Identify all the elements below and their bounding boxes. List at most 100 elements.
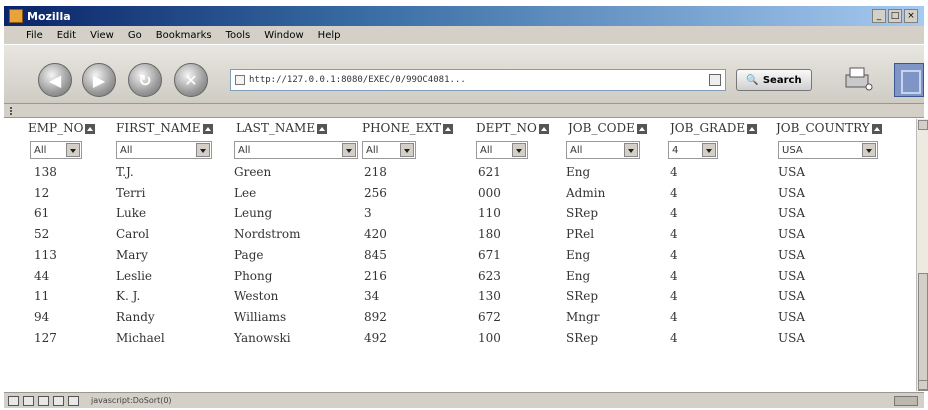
sort-icon[interactable]	[85, 123, 96, 134]
menu-edit[interactable]: Edit	[57, 30, 76, 41]
header-last-name[interactable]: LAST_NAME	[236, 121, 360, 137]
table-cell: Randy	[116, 309, 155, 324]
menu-bar: File Edit View Go Bookmarks Tools Window…	[4, 26, 924, 44]
filter-job-country[interactable]: USA	[778, 141, 878, 159]
search-label: Search	[762, 74, 802, 86]
dropdown-arrow-icon[interactable]	[862, 143, 876, 157]
table-cell: Yanowski	[234, 330, 291, 345]
scroll-thumb[interactable]	[918, 273, 928, 391]
header-label: EMP_NO	[28, 121, 84, 135]
dropdown-arrow-icon[interactable]	[702, 143, 716, 157]
close-button[interactable]: ×	[904, 9, 918, 23]
back-button[interactable]: ◀	[38, 63, 72, 97]
table-cell: 4	[670, 206, 678, 221]
stop-button[interactable]: ✕	[174, 63, 208, 97]
filter-last-name[interactable]: All	[234, 141, 358, 159]
header-emp-no[interactable]: EMP_NO	[28, 121, 114, 137]
table-cell: 12	[34, 185, 50, 200]
header-label: JOB_COUNTRY	[776, 121, 870, 135]
header-job-grade[interactable]: JOB_GRADE	[670, 121, 774, 137]
forward-arrow-icon: ▶	[92, 70, 106, 90]
sort-icon[interactable]	[538, 123, 549, 134]
reload-button[interactable]: ↻	[128, 63, 162, 97]
search-icon: 🔍	[746, 74, 759, 86]
throbber-logo[interactable]	[894, 63, 924, 97]
header-dept-no[interactable]: DEPT_NO	[476, 121, 566, 137]
dropdown-arrow-icon[interactable]	[66, 143, 80, 157]
url-bar[interactable]: http://127.0.0.1:8080/EXEC/0/99OC4081...	[230, 69, 726, 91]
sort-icon[interactable]	[871, 123, 882, 134]
filter-value: USA	[782, 144, 803, 156]
menu-window[interactable]: Window	[264, 30, 303, 41]
toolbar-grip-icon[interactable]	[10, 107, 14, 115]
print-icon[interactable]	[842, 65, 874, 93]
mail-icon[interactable]	[23, 395, 34, 406]
menu-help[interactable]: Help	[318, 30, 341, 41]
filter-job-grade[interactable]: 4	[668, 141, 718, 159]
table-cell: 4	[670, 309, 678, 324]
menu-bookmarks[interactable]: Bookmarks	[156, 30, 212, 41]
menu-view[interactable]: View	[90, 30, 114, 41]
reload-icon: ↻	[138, 70, 152, 90]
composer-icon[interactable]	[38, 395, 49, 406]
header-job-country[interactable]: JOB_COUNTRY	[776, 121, 916, 137]
maximize-button[interactable]: □	[888, 9, 902, 23]
header-phone-ext[interactable]: PHONE_EXT	[362, 121, 474, 137]
table-cell: Luke	[116, 206, 147, 221]
table-cell: Weston	[234, 289, 279, 304]
dropdown-arrow-icon[interactable]	[342, 143, 356, 157]
filter-value: All	[570, 144, 583, 156]
dropdown-arrow-icon[interactable]	[512, 143, 526, 157]
table-cell: USA	[778, 289, 805, 304]
sort-icon[interactable]	[317, 123, 328, 134]
filter-first-name[interactable]: All	[116, 141, 212, 159]
data-grid: EMP_NO FIRST_NAME LAST_NAME PHONE_EXT DE…	[22, 119, 918, 389]
filter-job-code[interactable]: All	[566, 141, 640, 159]
header-job-code[interactable]: JOB_CODE	[568, 121, 668, 137]
scroll-down-icon[interactable]	[918, 380, 928, 390]
table-cell: 113	[34, 247, 57, 262]
table-cell: 4	[670, 185, 678, 200]
stop-icon: ✕	[184, 70, 198, 90]
page-icon	[235, 75, 245, 85]
table-cell: PRel	[566, 227, 595, 242]
dropdown-arrow-icon[interactable]	[400, 143, 414, 157]
back-arrow-icon: ◀	[48, 70, 62, 90]
navigator-icon[interactable]	[8, 395, 19, 406]
table-cell: USA	[778, 247, 805, 262]
sort-icon[interactable]	[636, 123, 647, 134]
forward-button[interactable]: ▶	[82, 63, 116, 97]
table-cell: 892	[364, 309, 387, 324]
search-button[interactable]: 🔍 Search	[736, 69, 812, 91]
filter-dept-no[interactable]: All	[476, 141, 528, 159]
table-cell: USA	[778, 227, 805, 242]
dropdown-arrow-icon[interactable]	[196, 143, 210, 157]
menu-tools[interactable]: Tools	[226, 30, 251, 41]
table-cell: 138	[34, 165, 57, 179]
table-cell: Green	[234, 165, 272, 179]
menu-file[interactable]: File	[26, 30, 43, 41]
sort-icon[interactable]	[747, 123, 758, 134]
filter-phone-ext[interactable]: All	[362, 141, 416, 159]
table-cell: USA	[778, 206, 805, 221]
sort-icon[interactable]	[202, 123, 213, 134]
header-label: PHONE_EXT	[362, 121, 441, 135]
table-cell: Page	[234, 247, 264, 262]
table-cell: 4	[670, 247, 678, 262]
menu-go[interactable]: Go	[128, 30, 142, 41]
table-cell: SRep	[566, 289, 599, 304]
filter-emp-no[interactable]: All	[30, 141, 82, 159]
chat-icon[interactable]	[68, 395, 79, 406]
address-book-icon[interactable]	[53, 395, 64, 406]
window-controls: _ □ ×	[872, 9, 918, 23]
dropdown-arrow-icon[interactable]	[624, 143, 638, 157]
minimize-button[interactable]: _	[872, 9, 886, 23]
vertical-scrollbar[interactable]	[916, 119, 928, 391]
url-dropdown-icon[interactable]	[709, 74, 721, 86]
table-cell: 218	[364, 165, 387, 179]
table-cell: 11	[34, 289, 50, 304]
header-first-name[interactable]: FIRST_NAME	[116, 121, 232, 137]
mozilla-icon	[9, 9, 23, 23]
scroll-up-icon[interactable]	[918, 120, 928, 130]
sort-icon[interactable]	[442, 123, 453, 134]
